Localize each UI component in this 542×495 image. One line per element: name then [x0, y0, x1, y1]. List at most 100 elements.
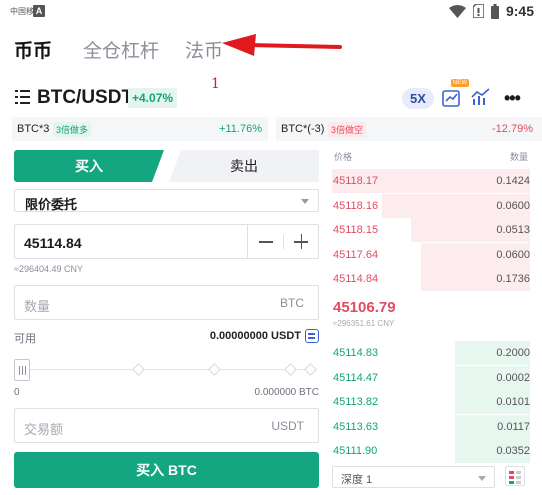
bid-qty: 0.0117	[497, 420, 530, 433]
bid-qty: 0.0002	[496, 371, 530, 384]
ask-qty: 0.1736	[496, 273, 530, 285]
bid-row[interactable]: 45114.83 0.2000	[332, 341, 530, 365]
amount-unit: BTC	[280, 296, 304, 310]
kline-chart-icon[interactable]	[471, 88, 491, 106]
slider-labels: 0 0.000000 BTC	[14, 387, 319, 398]
annotation-arrow-icon	[222, 34, 342, 56]
available-label: 可用	[14, 333, 36, 345]
amount-placeholder: 数量	[24, 299, 51, 314]
carrier-label: 中国移	[10, 7, 34, 16]
total-unit: USDT	[271, 419, 304, 433]
amount-input[interactable]: 数量 BTC	[14, 285, 319, 320]
leveraged-tokens-bar: BTC*3 3倍做多 +11.76% BTC*(-3) 3倍做空 -12.79%	[12, 117, 542, 141]
slider-max-label: 0.000000 BTC	[254, 387, 320, 398]
slider-track	[24, 369, 314, 370]
buy-btc-button[interactable]: 买入 BTC	[14, 452, 319, 488]
token-long[interactable]: BTC*3 3倍做多 +11.76%	[12, 117, 268, 141]
pair-header: BTC/USDT +4.07% 5X NEW •••	[0, 79, 542, 114]
price-value: 45114.84	[24, 235, 82, 251]
tab-sell[interactable]: 卖出	[169, 150, 319, 182]
wifi-icon	[448, 4, 466, 18]
available-value: 0.00000000 USDT	[209, 330, 301, 342]
ask-qty: 0.1424	[496, 175, 530, 187]
chevron-down-icon	[301, 199, 309, 204]
last-price: 45106.79	[333, 299, 396, 316]
bid-row[interactable]: 45114.47 0.0002	[332, 365, 530, 390]
tab-spot[interactable]: 币币	[14, 36, 52, 63]
ask-row[interactable]: 45117.64 0.0600	[332, 242, 530, 267]
ask-row[interactable]: 45118.17 0.1424	[332, 169, 530, 193]
leverage-button[interactable]: 5X	[402, 88, 434, 109]
token-name: BTC*3	[17, 123, 50, 135]
bid-row[interactable]: 45113.63 0.0117	[332, 414, 530, 439]
amount-slider[interactable]	[14, 358, 319, 384]
sim-icon	[472, 4, 484, 18]
bid-price: 45113.63	[333, 420, 379, 433]
market-type-tabs: 币币 全仓杠杆 法币 1	[0, 30, 542, 92]
slider-step-100[interactable]	[304, 363, 317, 376]
more-icon[interactable]: •••	[504, 88, 521, 109]
tab-fiat[interactable]: 法币	[185, 36, 223, 63]
system-icons: 9:45	[448, 3, 534, 19]
order-type-value: 限价委托	[25, 197, 78, 212]
slider-handle[interactable]	[14, 359, 30, 381]
price-input[interactable]: 45114.84	[14, 224, 319, 259]
bid-row[interactable]: 45113.82 0.0101	[332, 390, 530, 414]
ask-price: 45118.15	[333, 224, 379, 236]
token-short[interactable]: BTC*(-3) 3倍做空 -12.79%	[276, 117, 542, 141]
ask-price: 45114.84	[333, 273, 379, 285]
transfer-icon[interactable]	[305, 329, 319, 343]
bid-qty: 0.2000	[496, 347, 530, 359]
clock: 9:45	[505, 3, 534, 19]
ask-row[interactable]: 45118.15 0.0513	[332, 218, 530, 242]
slider-step-75[interactable]	[284, 363, 297, 376]
bid-price: 45111.90	[333, 445, 378, 457]
strategy-chart-icon[interactable]	[441, 86, 463, 108]
token-tag: 3倍做多	[53, 122, 92, 137]
pair-name[interactable]: BTC/USDT	[37, 87, 133, 109]
available-balance: 可用 0.00000000 USDT	[14, 329, 319, 345]
slider-min-label: 0	[14, 387, 20, 398]
bid-price: 45114.83	[333, 347, 379, 359]
token-tag: 3倍做空	[328, 122, 367, 137]
status-bar: 中国移 A 9:45	[0, 0, 542, 24]
battery-icon	[490, 3, 499, 19]
token-change: +11.76%	[219, 123, 262, 135]
ask-price: 45118.17	[333, 175, 379, 187]
bid-price: 45113.82	[333, 396, 379, 408]
token-change: -12.79%	[492, 123, 533, 135]
depth-value: 深度 1	[341, 474, 373, 486]
price-increase-button[interactable]	[284, 225, 318, 258]
tab-buy[interactable]: 买入	[14, 150, 164, 182]
bid-price: 45114.47	[333, 371, 379, 384]
bid-row[interactable]: 45111.90 0.0352	[332, 439, 530, 463]
ask-qty: 0.0600	[496, 199, 530, 212]
depth-select[interactable]: 深度 1	[332, 466, 495, 488]
pair-change-badge: +4.07%	[128, 88, 178, 108]
order-book-layout-icon[interactable]	[505, 466, 525, 486]
price-decrease-button[interactable]	[247, 225, 283, 258]
ask-price: 45117.64	[333, 248, 379, 261]
slider-step-25[interactable]	[132, 363, 145, 376]
buy-sell-tabs: 买入 卖出	[14, 150, 319, 182]
slider-step-50[interactable]	[208, 363, 221, 376]
chevron-down-icon	[478, 476, 486, 481]
bid-qty: 0.0101	[496, 396, 530, 408]
order-type-select[interactable]: 限价委托	[14, 189, 319, 212]
pair-menu-icon[interactable]	[15, 89, 30, 105]
ask-row[interactable]: 45118.16 0.0600	[332, 193, 530, 218]
last-price-cny: ≈296351.61 CNY	[333, 319, 395, 328]
total-input[interactable]: 交易额 USDT	[14, 408, 319, 443]
ask-row[interactable]: 45114.84 0.1736	[332, 267, 530, 291]
ask-qty: 0.0513	[496, 224, 530, 236]
ask-price: 45118.16	[333, 199, 379, 212]
qty-header: 数量	[509, 152, 528, 162]
total-placeholder: 交易额	[24, 422, 64, 437]
bid-qty: 0.0352	[496, 445, 530, 457]
order-book-header: 价格 数量	[334, 150, 528, 164]
new-badge: NEW	[451, 79, 469, 87]
app-notification-icon: A	[33, 5, 45, 17]
tab-cross-margin[interactable]: 全仓杠杆	[83, 36, 159, 63]
price-header: 价格	[334, 152, 353, 162]
price-cny-estimate: ≈296404.49 CNY	[14, 264, 83, 274]
